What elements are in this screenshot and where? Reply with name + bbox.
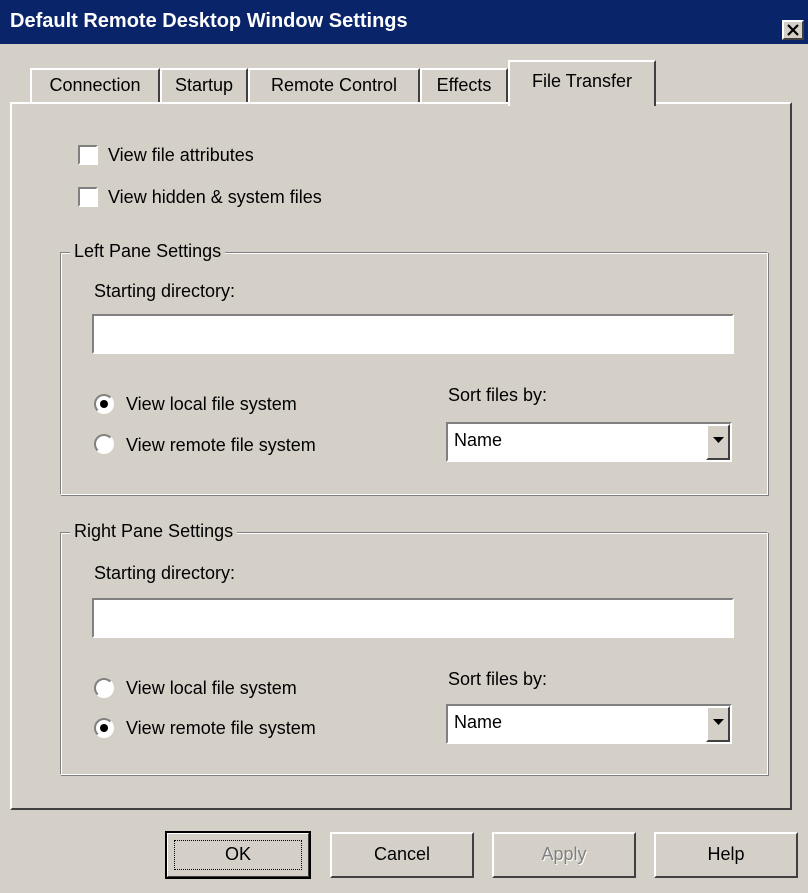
left-view-local-label: View local file system: [126, 394, 297, 414]
left-sort-files-label: Sort files by:: [448, 385, 548, 405]
tab-effects-label: Effects: [436, 75, 492, 95]
help-button[interactable]: Help: [654, 832, 798, 878]
right-view-local-radio[interactable]: [94, 678, 114, 698]
left-starting-directory-input[interactable]: [91, 313, 735, 355]
left-local-radio-dot: [100, 400, 108, 408]
cancel-button[interactable]: Cancel: [330, 832, 474, 878]
right-view-remote-radio[interactable]: [94, 718, 114, 738]
title-bar: Default Remote Desktop Window Settings: [0, 0, 808, 44]
view-file-attributes-label: View file attributes: [108, 145, 254, 165]
left-view-remote-label: View remote file system: [126, 435, 316, 455]
right-sort-files-value: Name: [454, 712, 503, 732]
close-icon: [787, 24, 799, 36]
right-pane-settings-title: Right Pane Settings: [70, 520, 238, 542]
ok-focus-rect: [174, 840, 302, 870]
left-view-local-radio[interactable]: [94, 394, 114, 414]
right-remote-radio-dot: [100, 724, 108, 732]
tab-connection-label: Connection: [49, 75, 141, 95]
left-pane-settings-title: Left Pane Settings: [70, 240, 226, 262]
left-view-remote-radio[interactable]: [94, 434, 114, 454]
tab-file-transfer-label: File Transfer: [531, 71, 633, 91]
right-sort-files-select[interactable]: Name: [446, 704, 732, 744]
right-starting-directory-label: Starting directory:: [94, 563, 236, 583]
chevron-down-icon: [713, 719, 724, 725]
tab-remote-control-label: Remote Control: [270, 75, 398, 95]
left-starting-directory-label: Starting directory:: [94, 281, 236, 301]
cancel-button-label: Cancel: [373, 844, 431, 864]
window-title: Default Remote Desktop Window Settings: [10, 10, 408, 32]
left-sort-dropdown-button[interactable]: [706, 424, 730, 460]
right-starting-directory-input[interactable]: [91, 597, 735, 639]
apply-button-label: Apply: [541, 844, 587, 864]
left-sort-files-select[interactable]: Name: [446, 422, 732, 462]
right-view-remote-label: View remote file system: [126, 718, 316, 738]
help-button-label: Help: [707, 844, 745, 864]
view-file-attributes-checkbox[interactable]: [78, 145, 98, 165]
right-sort-dropdown-button[interactable]: [706, 706, 730, 742]
chevron-down-icon: [713, 437, 724, 443]
close-button[interactable]: [782, 20, 804, 40]
tab-startup[interactable]: Startup: [160, 68, 248, 102]
tab-startup-label: Startup: [174, 75, 234, 95]
tab-remote-control[interactable]: Remote Control: [248, 68, 420, 102]
tab-file-transfer[interactable]: File Transfer: [508, 60, 656, 106]
view-hidden-files-label: View hidden & system files: [108, 187, 322, 207]
ok-button[interactable]: OK: [165, 831, 311, 879]
left-sort-files-value: Name: [454, 430, 503, 450]
right-sort-files-label: Sort files by:: [448, 669, 548, 689]
apply-button[interactable]: Apply: [492, 832, 636, 878]
tab-connection[interactable]: Connection: [30, 68, 160, 102]
tab-effects[interactable]: Effects: [420, 68, 508, 102]
view-hidden-files-checkbox[interactable]: [78, 187, 98, 207]
right-view-local-label: View local file system: [126, 678, 297, 698]
